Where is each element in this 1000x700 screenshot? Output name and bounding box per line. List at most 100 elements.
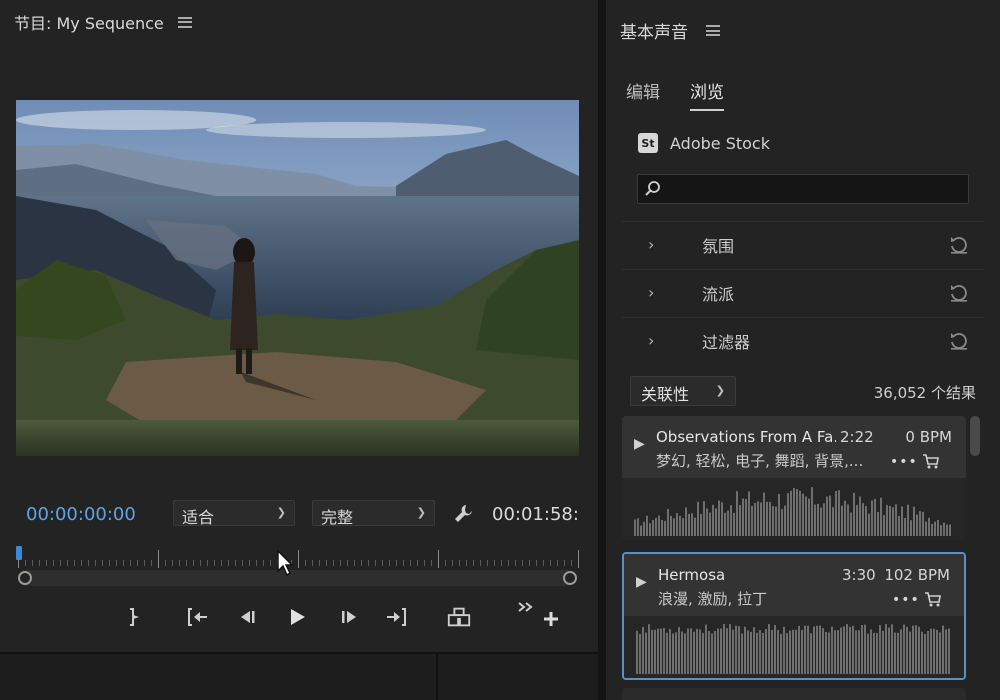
waveform-bar (891, 624, 893, 674)
ruler-tick (298, 550, 299, 568)
waveform-bar (679, 515, 681, 536)
ruler-tick (158, 550, 159, 568)
adobe-stock-row[interactable]: St Adobe Stock (638, 133, 770, 153)
waveform-bar (720, 628, 722, 674)
panel-menu-icon[interactable] (706, 25, 720, 36)
waveform-bar (862, 503, 864, 536)
waveform-bar (745, 498, 747, 536)
waveform-bar (721, 502, 723, 536)
waveform-bar (718, 500, 720, 536)
ruler-tick (319, 560, 320, 566)
search-box[interactable] (637, 174, 969, 204)
waveform-bar (870, 629, 872, 674)
ruler-tick (200, 560, 201, 566)
waveform-bar (793, 488, 795, 536)
waveform-bar (640, 525, 642, 536)
more-options-icon[interactable]: ••• (890, 454, 918, 470)
waveform-bar (664, 520, 666, 536)
ruler-tick (53, 560, 54, 566)
waveform-bar (799, 490, 801, 536)
chevron-down-icon: ❯ (416, 506, 426, 519)
ruler-tick (67, 560, 68, 566)
waveform-bar (676, 513, 678, 536)
waveform-bar (837, 630, 839, 674)
playback-resolution-dropdown[interactable]: 完整 ❯ (312, 500, 435, 527)
waveform-bar (739, 505, 741, 536)
result-card[interactable] (622, 688, 966, 700)
tab-edit[interactable]: 编辑 (626, 78, 660, 111)
waveform-bar (772, 506, 774, 536)
ruler-tick (81, 560, 82, 566)
zoom-scrollbar[interactable] (18, 570, 574, 586)
cart-icon[interactable] (922, 452, 940, 470)
reset-icon[interactable] (948, 234, 970, 256)
waveform-bar (736, 491, 738, 536)
play-icon[interactable] (284, 604, 310, 630)
waveform-bar (769, 501, 771, 536)
ruler-tick (186, 560, 187, 566)
filter-row-genre[interactable]: › 流派 (622, 269, 984, 315)
waveform-graphic (636, 624, 950, 674)
waveform-bar (865, 506, 867, 536)
reset-icon[interactable] (948, 330, 970, 352)
add-button-icon[interactable] (538, 606, 564, 632)
waveform-bar (781, 509, 783, 536)
ruler-tick (60, 560, 61, 566)
reset-icon[interactable] (948, 282, 970, 304)
go-to-out-point-icon[interactable] (384, 604, 410, 630)
sort-value: 关联性 (641, 385, 690, 404)
waveform-bar (801, 629, 803, 674)
step-forward-icon[interactable] (336, 604, 362, 630)
search-input[interactable] (666, 179, 962, 199)
waveform-bar (877, 512, 879, 536)
zoom-scrollbar-end-handle[interactable] (563, 571, 577, 585)
go-to-in-point-icon[interactable] (185, 604, 211, 630)
footer-divider (436, 654, 438, 700)
filter-row-mood[interactable]: › 氛围 (622, 221, 984, 267)
waveform-bar (834, 630, 836, 674)
chevron-down-icon: ❯ (276, 506, 286, 519)
video-preview[interactable] (16, 100, 579, 456)
current-timecode[interactable]: 00:00:00:00 (26, 504, 136, 525)
sort-dropdown[interactable]: 关联性 ❯ (630, 376, 736, 406)
transport-controls (0, 600, 598, 634)
waveform-bar (910, 520, 912, 536)
result-card[interactable]: ▶ Observations From A Fa... 2:22 0 BPM 梦… (622, 416, 966, 540)
zoom-level-dropdown[interactable]: 适合 ❯ (173, 500, 295, 527)
panel-divider[interactable] (598, 0, 606, 700)
play-icon[interactable]: ▶ (634, 436, 645, 452)
waveform[interactable] (622, 478, 966, 540)
waveform-bar (915, 625, 917, 674)
time-ruler[interactable] (18, 548, 580, 568)
tab-browse[interactable]: 浏览 (690, 78, 724, 111)
results-scrollbar[interactable] (970, 416, 980, 456)
waveform-bar (814, 504, 816, 536)
waveform-bar (771, 629, 773, 674)
waveform-bar (790, 490, 792, 536)
waveform[interactable] (624, 616, 964, 678)
ruler-tick (312, 560, 313, 566)
export-frame-icon[interactable] (446, 604, 472, 630)
waveform-bar (693, 631, 695, 674)
play-icon[interactable]: ▶ (636, 574, 647, 590)
more-controls-icon[interactable] (512, 594, 538, 620)
waveform-bar (649, 523, 651, 536)
playhead-marker[interactable] (16, 546, 22, 560)
waveform-bar (931, 523, 933, 536)
result-card-selected[interactable]: ▶ Hermosa 3:30 102 BPM 浪漫, 激励, 拉丁 ••• (622, 552, 966, 680)
step-back-icon[interactable] (235, 604, 261, 630)
mark-out-icon[interactable] (120, 604, 146, 630)
more-options-icon[interactable]: ••• (892, 592, 920, 608)
wrench-icon[interactable] (452, 502, 476, 526)
cart-icon[interactable] (924, 590, 942, 608)
ruler-tick (466, 560, 467, 566)
ruler-tick (263, 560, 264, 566)
filter-row-filters[interactable]: › 过滤器 (622, 317, 984, 363)
waveform-bar (805, 496, 807, 536)
waveform-bar (636, 630, 638, 674)
zoom-scrollbar-start-handle[interactable] (18, 571, 32, 585)
panel-menu-icon[interactable] (177, 16, 192, 28)
waveform-bar (945, 629, 947, 674)
track-tags: 梦幻, 轻松, 电子, 舞蹈, 背景,... (656, 452, 864, 470)
ruler-tick (102, 560, 103, 566)
